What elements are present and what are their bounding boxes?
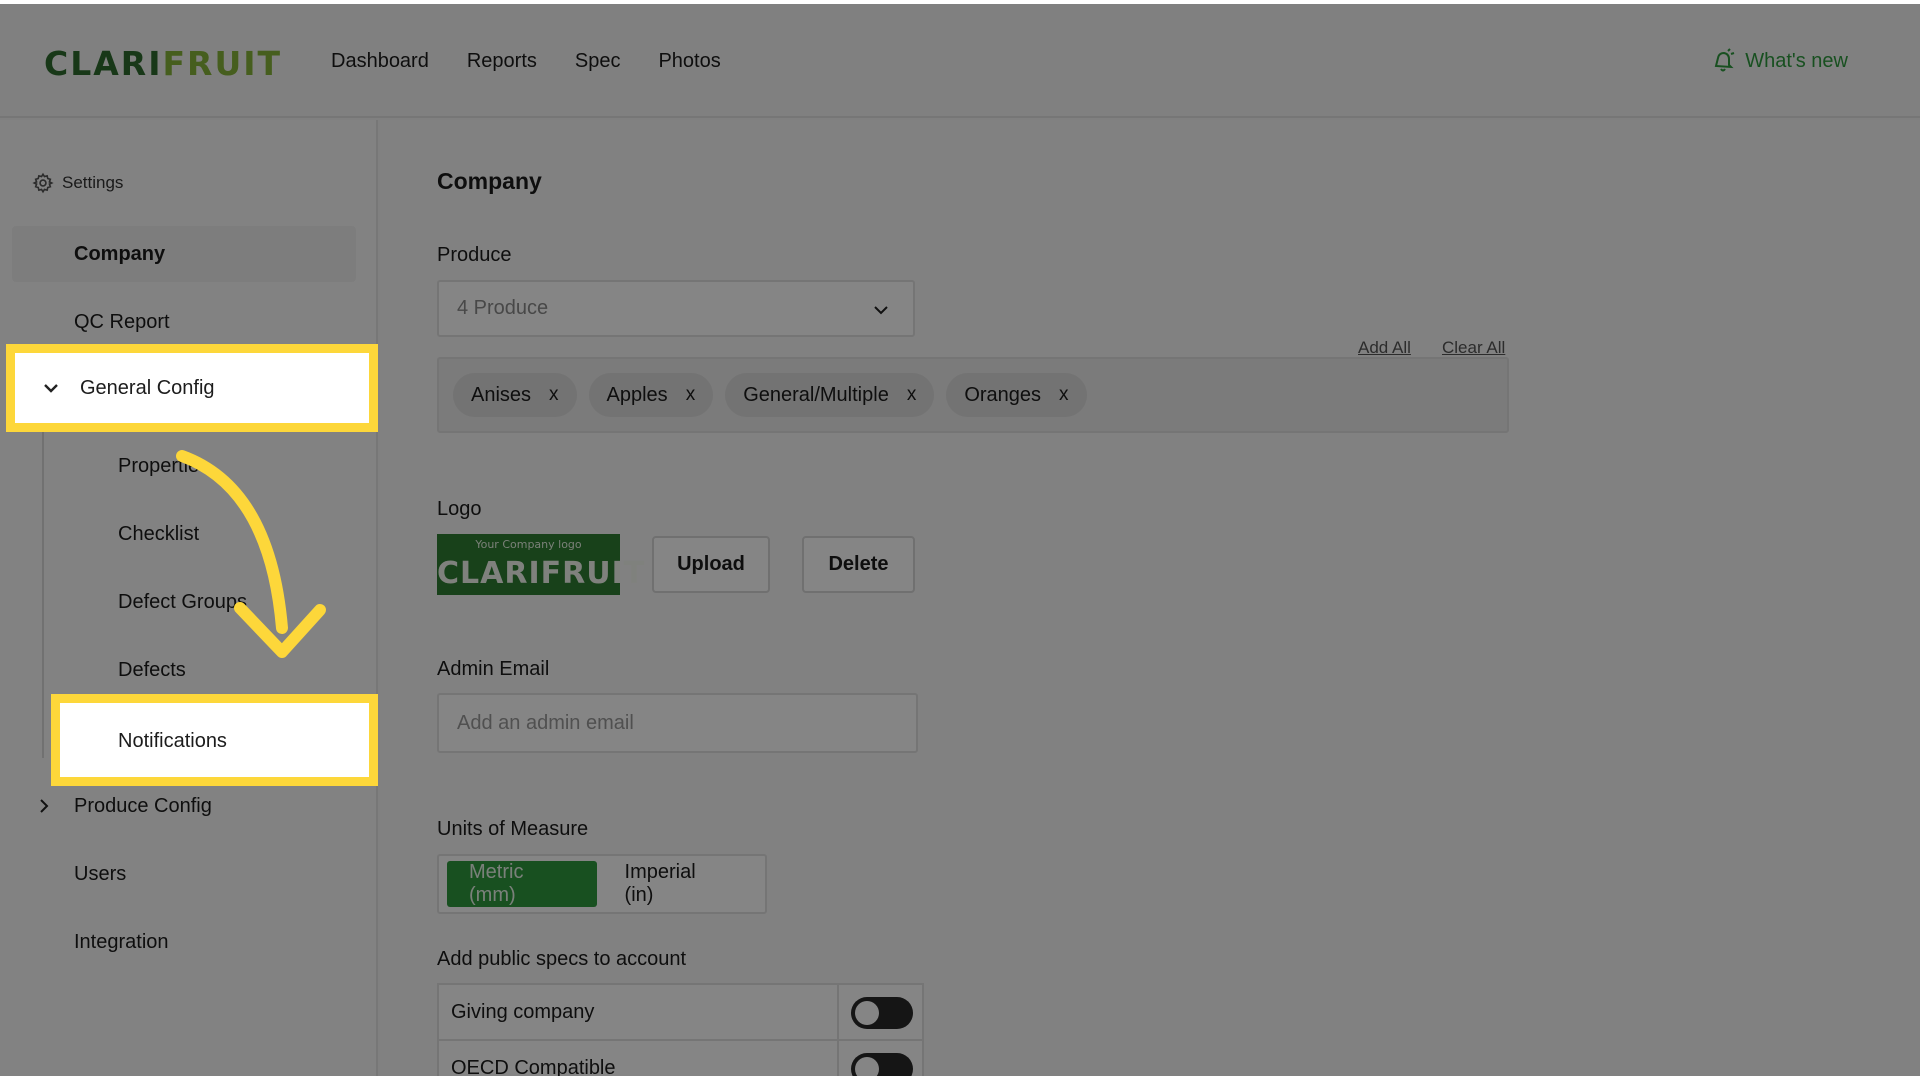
sidebar-item-label: Integration <box>74 930 169 953</box>
delete-logo-button[interactable]: Delete <box>802 536 915 593</box>
units-toggle-group: Metric (mm) Imperial (in) <box>437 854 767 914</box>
toggle-knob <box>855 1001 879 1025</box>
oecd-compatible-toggle[interactable] <box>851 1053 913 1076</box>
tag-label: Anises <box>471 383 532 406</box>
remove-tag-button[interactable]: x <box>549 384 559 406</box>
settings-label: Settings <box>62 173 124 192</box>
produce-tag: General/Multiple x <box>725 373 935 417</box>
page-title: Company <box>437 168 542 194</box>
add-all-link[interactable]: Add All <box>1358 338 1411 358</box>
units-label: Units of Measure <box>437 818 589 840</box>
highlight-notifications[interactable]: Notifications <box>51 694 378 786</box>
table-row: OECD Compatible <box>439 1041 922 1076</box>
giving-company-toggle[interactable] <box>851 997 913 1029</box>
produce-tag: Oranges x <box>946 373 1087 417</box>
general-config-label: General Config <box>80 377 215 399</box>
admin-email-label: Admin Email <box>437 658 550 680</box>
remove-tag-button[interactable]: x <box>1059 384 1069 406</box>
brand-part-fruit: FRUIT <box>162 44 283 83</box>
sidebar-item-label: Company <box>74 242 166 265</box>
whats-new-button[interactable]: What's new <box>1711 48 1848 74</box>
column-divider <box>837 1041 839 1076</box>
sidebar-subitem-properties[interactable]: Properties <box>60 438 356 494</box>
nav-dashboard[interactable]: Dashboard <box>331 50 429 73</box>
admin-email-placeholder: Add an admin email <box>457 711 634 734</box>
column-divider <box>837 985 839 1041</box>
sidebar-item-label: Defects <box>118 658 186 681</box>
chevron-right-icon <box>40 799 49 813</box>
sidebar-item-company[interactable]: Company <box>12 226 356 282</box>
submenu-guide-line <box>42 428 44 758</box>
app-window: CLARIFRUIT Dashboard Reports Spec Photos… <box>0 4 1920 1076</box>
sidebar-item-label: Users <box>74 862 127 885</box>
sidebar-item-integration[interactable]: Integration <box>12 914 356 970</box>
produce-tag-list: Anises x Apples x General/Multiple x Orange… <box>437 357 1509 433</box>
tag-label: Oranges <box>964 383 1042 406</box>
produce-label: Produce <box>437 244 512 266</box>
brand-logo[interactable]: CLARIFRUIT <box>44 44 282 83</box>
company-settings-panel: Company Produce 4 Produce Add All Clear … <box>380 120 1920 1076</box>
produce-tag: Anises x <box>453 373 577 417</box>
units-metric-option[interactable]: Metric (mm) <box>447 861 597 907</box>
top-bar: CLARIFRUIT Dashboard Reports Spec Photos… <box>0 4 1920 118</box>
gear-icon <box>32 172 54 194</box>
sidebar-item-label: QC Report <box>74 310 170 333</box>
brand-part-clari: CLARI <box>44 44 163 83</box>
sidebar-item-label: Checklist <box>118 522 200 545</box>
main-nav: Dashboard Reports Spec Photos <box>331 50 721 73</box>
admin-email-field[interactable]: Add an admin email <box>437 693 918 753</box>
sidebar-item-label: Defect Groups <box>118 590 247 613</box>
notifications-label: Notifications <box>118 730 227 752</box>
remove-tag-button[interactable]: x <box>686 384 696 406</box>
tag-label: Apples <box>606 383 668 406</box>
nav-reports[interactable]: Reports <box>467 50 537 73</box>
logo-caption: Your Company logo <box>475 538 582 551</box>
sidebar-subitem-defects[interactable]: Defects <box>60 642 356 698</box>
tag-label: General/Multiple <box>743 383 889 406</box>
units-imperial-option[interactable]: Imperial (in) <box>597 861 757 907</box>
produce-select[interactable]: 4 Produce <box>437 280 915 337</box>
chevron-down-icon <box>874 306 888 315</box>
sidebar-item-label: Produce Config <box>74 794 212 817</box>
settings-sidebar: Settings Company QC Report Properties Ch… <box>0 120 378 1076</box>
public-specs-label: Add public specs to account <box>437 948 687 970</box>
clear-all-link[interactable]: Clear All <box>1442 338 1505 358</box>
spec-row-name: OECD Compatible <box>451 1057 616 1076</box>
upload-logo-button[interactable]: Upload <box>652 536 770 593</box>
whats-new-label: What's new <box>1745 49 1848 72</box>
sidebar-item-qc-report[interactable]: QC Report <box>12 294 356 350</box>
sidebar-subitem-checklist[interactable]: Checklist <box>60 506 356 562</box>
bell-icon <box>1714 48 1735 72</box>
nav-photos[interactable]: Photos <box>658 50 720 73</box>
sidebar-subitem-defect-groups[interactable]: Defect Groups <box>60 574 356 630</box>
company-logo-preview: Your Company logo CLARIFRUIT <box>437 534 646 595</box>
highlight-general-config[interactable]: General Config <box>6 344 378 432</box>
sidebar-item-users[interactable]: Users <box>12 846 356 902</box>
logo-label: Logo <box>437 498 482 520</box>
produce-select-value: 4 Produce <box>457 297 549 319</box>
table-row: Giving company <box>439 985 922 1041</box>
remove-tag-button[interactable]: x <box>907 384 917 406</box>
public-specs-table: Giving company OECD Compatible <box>437 983 924 1076</box>
sidebar-item-produce-config[interactable]: Produce Config <box>12 778 356 834</box>
settings-header: Settings <box>32 172 123 194</box>
logo-wordmark: CLARIFRUIT <box>437 556 646 591</box>
sidebar-item-label: Properties <box>118 454 210 477</box>
spec-row-name: Giving company <box>451 1001 595 1023</box>
toggle-knob <box>855 1057 879 1076</box>
produce-tag: Apples x <box>588 373 714 417</box>
chevron-down-icon <box>44 384 58 393</box>
nav-spec[interactable]: Spec <box>575 50 621 73</box>
